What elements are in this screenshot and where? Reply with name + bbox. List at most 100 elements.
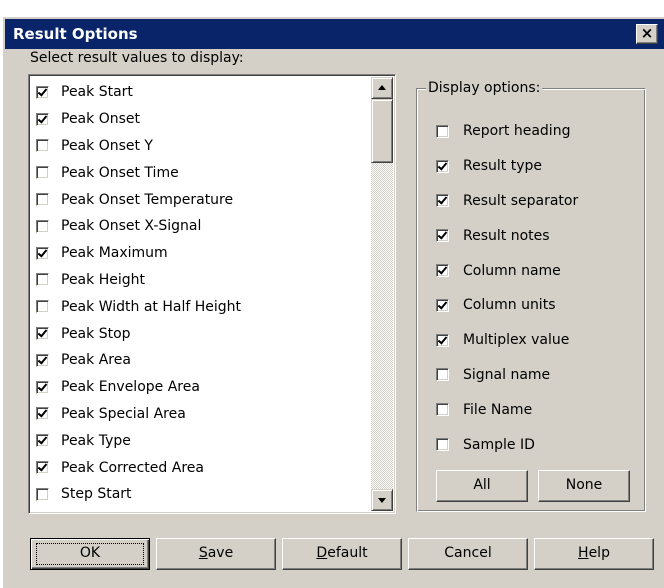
item-label: Result notes: [463, 227, 550, 244]
checkbox[interactable]: [36, 461, 49, 475]
list-item[interactable]: Peak Stop: [33, 320, 365, 347]
help-button-label: Help: [578, 545, 610, 561]
checkbox[interactable]: [436, 368, 449, 382]
list-item[interactable]: Peak Onset X-Signal: [33, 213, 365, 240]
item-label: Peak Onset Y: [61, 137, 153, 154]
checkbox[interactable]: [36, 353, 49, 367]
ok-button[interactable]: OK: [30, 538, 150, 570]
help-button[interactable]: Help: [534, 538, 654, 570]
option-item[interactable]: Multiplex value: [436, 323, 578, 358]
item-label: File Name: [463, 401, 533, 418]
checkbox[interactable]: [436, 264, 449, 278]
option-item[interactable]: Column name: [436, 253, 578, 288]
arrow-up-icon: [378, 85, 386, 90]
list-item[interactable]: Peak Onset Temperature: [33, 186, 365, 213]
item-label: Sample ID: [463, 436, 535, 453]
item-label: Peak Envelope Area: [61, 379, 200, 396]
checkbox[interactable]: [36, 487, 49, 501]
help-rest: elp: [588, 545, 610, 561]
checkbox[interactable]: [36, 193, 49, 207]
result-values-listbox[interactable]: Peak Start Peak Onset Peak Onset Y Peak Ons…: [28, 74, 396, 514]
item-label: Peak Area: [61, 352, 131, 369]
checkbox[interactable]: [36, 85, 49, 99]
item-label: Peak Width at Half Height: [61, 298, 241, 315]
list-item[interactable]: Peak Type: [33, 427, 365, 454]
item-label: Column units: [463, 297, 556, 314]
list-item[interactable]: Peak Start: [33, 79, 365, 106]
checkbox[interactable]: [36, 273, 49, 287]
checkbox[interactable]: [436, 229, 449, 243]
scroll-down-button[interactable]: [371, 489, 393, 511]
checkbox[interactable]: [36, 139, 49, 153]
option-item[interactable]: Report heading: [436, 114, 578, 149]
option-item[interactable]: Result type: [436, 149, 578, 184]
arrow-down-icon: [378, 498, 386, 503]
checkbox[interactable]: [36, 380, 49, 394]
checkbox[interactable]: [36, 327, 49, 341]
item-label: Peak Special Area: [61, 405, 186, 422]
checkbox[interactable]: [36, 407, 49, 421]
result-values-list: Peak Start Peak Onset Peak Onset Y Peak Ons…: [33, 79, 365, 508]
option-item[interactable]: Result notes: [436, 218, 578, 253]
checkbox[interactable]: [436, 333, 449, 347]
item-label: Peak Type: [61, 432, 131, 449]
option-item[interactable]: Signal name: [436, 358, 578, 393]
checkbox[interactable]: [36, 112, 49, 126]
save-button[interactable]: Save: [156, 538, 276, 570]
item-label: Result type: [463, 158, 542, 175]
checkbox[interactable]: [36, 434, 49, 448]
checkbox[interactable]: [436, 438, 449, 452]
list-item[interactable]: Peak Onset Time: [33, 159, 365, 186]
checkbox[interactable]: [36, 219, 49, 233]
option-item[interactable]: Column units: [436, 288, 578, 323]
option-item[interactable]: File Name: [436, 392, 578, 427]
scroll-thumb[interactable]: [371, 99, 393, 163]
list-item[interactable]: Peak Width at Half Height: [33, 293, 365, 320]
list-label: Select result values to display:: [30, 50, 244, 66]
list-item[interactable]: Peak Height: [33, 267, 365, 294]
item-label: Report heading: [463, 123, 571, 140]
close-button[interactable]: ×: [636, 24, 658, 44]
list-item[interactable]: Peak Corrected Area: [33, 454, 365, 481]
checkbox[interactable]: [436, 298, 449, 312]
item-label: Multiplex value: [463, 332, 570, 349]
cancel-button[interactable]: Cancel: [408, 538, 528, 570]
checkbox[interactable]: [436, 194, 449, 208]
item-label: Peak Onset: [61, 111, 140, 128]
all-button[interactable]: All: [436, 470, 528, 502]
option-item[interactable]: Result separator: [436, 184, 578, 219]
list-item[interactable]: Step Start: [33, 481, 365, 508]
list-item[interactable]: Peak Area: [33, 347, 365, 374]
option-item[interactable]: Sample ID: [436, 427, 578, 462]
item-label: Peak Stop: [61, 325, 131, 342]
default-button[interactable]: Default: [282, 538, 402, 570]
checkbox[interactable]: [36, 246, 49, 260]
close-icon: ×: [640, 24, 654, 42]
checkbox[interactable]: [436, 159, 449, 173]
item-label: Peak Onset Time: [61, 164, 179, 181]
display-options-list: Report heading Result type Result separato…: [436, 114, 578, 462]
checkbox[interactable]: [436, 403, 449, 417]
display-options-legend: Display options:: [426, 80, 543, 96]
save-button-label: Save: [199, 545, 233, 561]
item-label: Signal name: [463, 366, 551, 383]
checkbox[interactable]: [36, 166, 49, 180]
list-item[interactable]: Peak Onset: [33, 106, 365, 133]
list-item[interactable]: Peak Envelope Area: [33, 374, 365, 401]
list-item[interactable]: Peak Special Area: [33, 401, 365, 428]
list-scrollbar[interactable]: [371, 77, 393, 511]
cancel-button-label: Cancel: [444, 545, 492, 561]
save-mnemonic: S: [198, 545, 208, 561]
title-bar[interactable]: Result Options ×: [5, 19, 664, 49]
item-label: Peak Onset X-Signal: [61, 218, 202, 235]
list-item[interactable]: Peak Maximum: [33, 240, 365, 267]
checkbox[interactable]: [436, 124, 449, 138]
none-button[interactable]: None: [538, 470, 630, 502]
list-item[interactable]: Peak Onset Y: [33, 133, 365, 160]
default-rest: efault: [327, 545, 368, 561]
checkbox[interactable]: [36, 300, 49, 314]
scroll-up-button[interactable]: [371, 77, 393, 99]
item-label: Peak Onset Temperature: [61, 191, 234, 208]
window-title: Result Options: [13, 25, 138, 43]
item-label: Result separator: [463, 192, 579, 209]
